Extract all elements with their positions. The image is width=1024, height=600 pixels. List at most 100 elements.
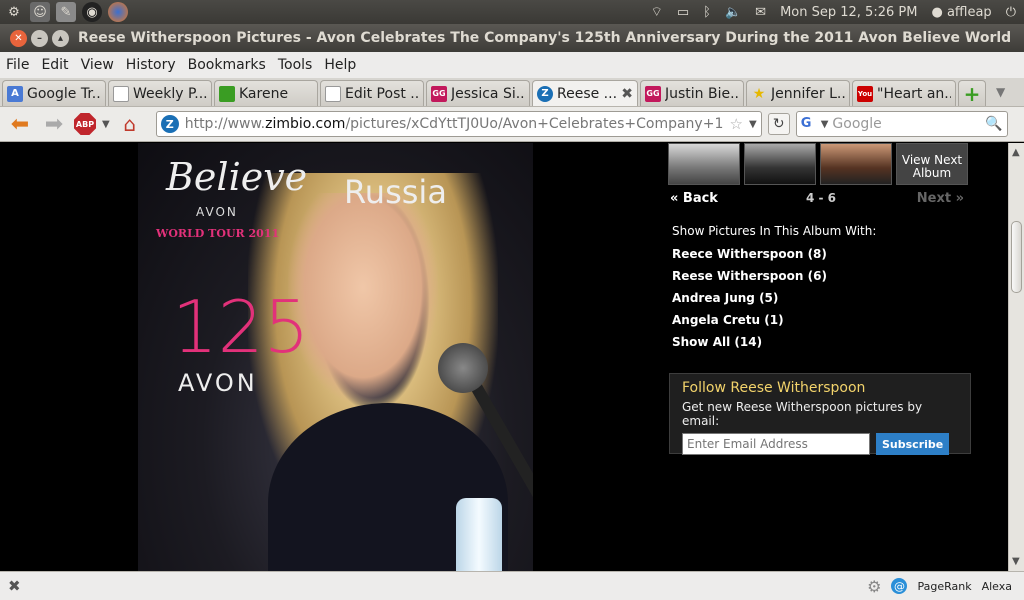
tab-google-translate[interactable]: A Google Tr... bbox=[2, 80, 106, 106]
email-field[interactable] bbox=[682, 433, 870, 455]
battery-icon[interactable]: ▭ bbox=[677, 5, 689, 20]
volume-icon[interactable]: 🔈 bbox=[725, 5, 741, 20]
gear-icon[interactable]: ⚙ bbox=[867, 577, 881, 596]
next-album-thumbnail[interactable]: View Next Album bbox=[896, 143, 968, 185]
text-editor-icon[interactable]: ✎ bbox=[56, 2, 76, 22]
google-engine-icon[interactable]: G bbox=[801, 116, 817, 132]
person-link[interactable]: Angela Cretu (1) bbox=[672, 313, 827, 335]
album-sidebar: View Next Album « Back 4 - 6 Next » Show… bbox=[668, 143, 978, 571]
tab-reese[interactable]: Z Reese ... ✖ bbox=[532, 80, 638, 106]
menu-tools[interactable]: Tools bbox=[272, 57, 319, 73]
thumbnail-4[interactable] bbox=[668, 143, 740, 185]
navigation-toolbar: ⬅ ➡ ABP ▼ ⌂ Z http://www.zimbio.com/pict… bbox=[0, 107, 1024, 142]
scrollbar-thumb[interactable] bbox=[1011, 221, 1022, 293]
media-icon[interactable]: ◉ bbox=[82, 2, 102, 22]
thumbnail-6[interactable] bbox=[820, 143, 892, 185]
home-icon[interactable]: ⌂ bbox=[116, 111, 144, 137]
menu-file[interactable]: File bbox=[0, 57, 35, 73]
pagerank-label[interactable]: PageRank bbox=[917, 580, 971, 593]
thumbnail-strip: View Next Album bbox=[668, 143, 968, 185]
photo-face bbox=[288, 193, 438, 403]
url-bar[interactable]: Z http://www.zimbio.com/pictures/xCdYttT… bbox=[155, 111, 762, 137]
person-link[interactable]: Reese Witherspoon (6) bbox=[672, 269, 827, 291]
power-icon[interactable]: ⏻ bbox=[1006, 5, 1016, 20]
menu-view[interactable]: View bbox=[75, 57, 120, 73]
search-icon[interactable]: 🔍 bbox=[985, 116, 1002, 132]
gg-icon: GG bbox=[645, 85, 661, 102]
site-identity-icon[interactable]: Z bbox=[160, 115, 179, 133]
show-all-link[interactable]: Show All (14) bbox=[672, 335, 827, 357]
subscribe-button[interactable]: Subscribe bbox=[876, 433, 950, 455]
page-scrollbar[interactable]: ▲ ▼ bbox=[1008, 143, 1024, 571]
firefox-icon[interactable] bbox=[108, 2, 128, 22]
tab-jennifer[interactable]: ★ Jennifer L... bbox=[746, 80, 850, 106]
mail-icon[interactable]: ✉ bbox=[755, 5, 766, 20]
bookmark-star-icon[interactable]: ☆ bbox=[730, 115, 743, 133]
follow-subtitle: Get new Reese Witherspoon pictures by em… bbox=[682, 400, 923, 428]
url-text[interactable]: http://www.zimbio.com/pictures/xCdYttTJ0… bbox=[185, 116, 724, 132]
zimbio-icon: Z bbox=[537, 85, 553, 102]
back-arrow-icon[interactable]: ⬅ bbox=[6, 111, 34, 137]
window-titlebar[interactable]: ✕ – ▴ Reese Witherspoon Pictures - Avon … bbox=[0, 24, 1024, 52]
window-maximize-button[interactable]: ▴ bbox=[52, 29, 69, 47]
menu-edit[interactable]: Edit bbox=[35, 57, 74, 73]
tab-weekly[interactable]: Weekly P... bbox=[108, 80, 212, 106]
menu-bookmarks[interactable]: Bookmarks bbox=[182, 57, 272, 73]
person-link[interactable]: Reece Witherspoon (8) bbox=[672, 247, 827, 269]
adblock-dropdown-icon[interactable]: ▼ bbox=[102, 119, 110, 130]
photo-text-believe: Believe bbox=[166, 155, 308, 199]
tab-close-icon[interactable]: ✖ bbox=[621, 86, 633, 102]
forward-arrow-icon[interactable]: ➡ bbox=[40, 111, 68, 137]
page-icon bbox=[325, 85, 341, 102]
window-title: Reese Witherspoon Pictures - Avon Celebr… bbox=[78, 30, 1014, 46]
close-icon[interactable]: ✖ bbox=[0, 577, 21, 595]
follow-box: Follow Reese Witherspoon Get new Reese W… bbox=[669, 373, 971, 455]
email-notifier-icon[interactable]: @ bbox=[891, 578, 908, 594]
window-close-button[interactable]: ✕ bbox=[10, 29, 27, 47]
gg-icon: GG bbox=[431, 85, 447, 102]
main-photo[interactable]: Believe AVON WORLD TOUR 2011 Russia 125 … bbox=[138, 143, 533, 571]
google-translate-icon: A bbox=[7, 85, 23, 102]
user-name: affleap bbox=[946, 4, 992, 20]
pager-range: 4 - 6 bbox=[806, 191, 837, 205]
scroll-down-icon[interactable]: ▼ bbox=[1012, 556, 1020, 567]
menu-history[interactable]: History bbox=[120, 57, 182, 73]
photo-water-bottle bbox=[456, 498, 502, 571]
reload-icon[interactable]: ↻ bbox=[767, 113, 790, 135]
window-minimize-button[interactable]: – bbox=[31, 29, 48, 47]
tab-youtube[interactable]: You "Heart an... bbox=[852, 80, 956, 106]
search-box[interactable]: G ▼ Google 🔍 bbox=[795, 111, 1008, 137]
tab-jessica[interactable]: GG Jessica Si... bbox=[426, 80, 530, 106]
tab-justin[interactable]: GG Justin Bie... bbox=[640, 80, 744, 106]
thumbnail-5[interactable] bbox=[744, 143, 816, 185]
pidgin-icon[interactable]: ☺ bbox=[30, 2, 50, 22]
youtube-icon: You bbox=[857, 85, 873, 102]
pager-next-link[interactable]: Next » bbox=[917, 191, 964, 206]
menu-help[interactable]: Help bbox=[318, 57, 362, 73]
user-menu[interactable]: ● affleap bbox=[931, 5, 991, 20]
tab-list-arrow-icon[interactable]: ▼ bbox=[996, 85, 1005, 99]
scroll-up-icon[interactable]: ▲ bbox=[1012, 147, 1020, 158]
photo-text-125: 125 bbox=[172, 285, 310, 369]
star-icon: ★ bbox=[752, 85, 766, 102]
album-people-list: Reece Witherspoon (8) Reese Witherspoon … bbox=[672, 247, 827, 357]
search-input[interactable]: Google bbox=[832, 116, 981, 132]
tab-karene[interactable]: Karene bbox=[214, 80, 318, 106]
ubuntu-menu-icon[interactable]: ⚙ bbox=[4, 2, 24, 22]
adblock-icon[interactable]: ABP bbox=[74, 113, 96, 135]
album-filter-heading: Show Pictures In This Album With: bbox=[672, 224, 877, 238]
bluetooth-icon[interactable]: ᛒ bbox=[703, 5, 711, 20]
clock[interactable]: Mon Sep 12, 5:26 PM bbox=[780, 5, 917, 20]
alexa-label[interactable]: Alexa bbox=[982, 580, 1012, 593]
new-tab-button[interactable]: + bbox=[958, 80, 986, 106]
page-icon bbox=[113, 85, 129, 102]
url-dropdown-icon[interactable]: ▼ bbox=[749, 119, 757, 130]
search-engine-dropdown-icon[interactable]: ▼ bbox=[821, 119, 829, 130]
tab-edit-post[interactable]: Edit Post ... bbox=[320, 80, 424, 106]
photo-text-avon-big: AVON bbox=[178, 369, 258, 397]
photo-text-avon-small: AVON bbox=[196, 205, 238, 219]
person-link[interactable]: Andrea Jung (5) bbox=[672, 291, 827, 313]
pager-back-link[interactable]: « Back bbox=[670, 191, 718, 206]
photo-microphone bbox=[438, 343, 488, 393]
wifi-icon[interactable]: ⌔ bbox=[651, 4, 663, 20]
